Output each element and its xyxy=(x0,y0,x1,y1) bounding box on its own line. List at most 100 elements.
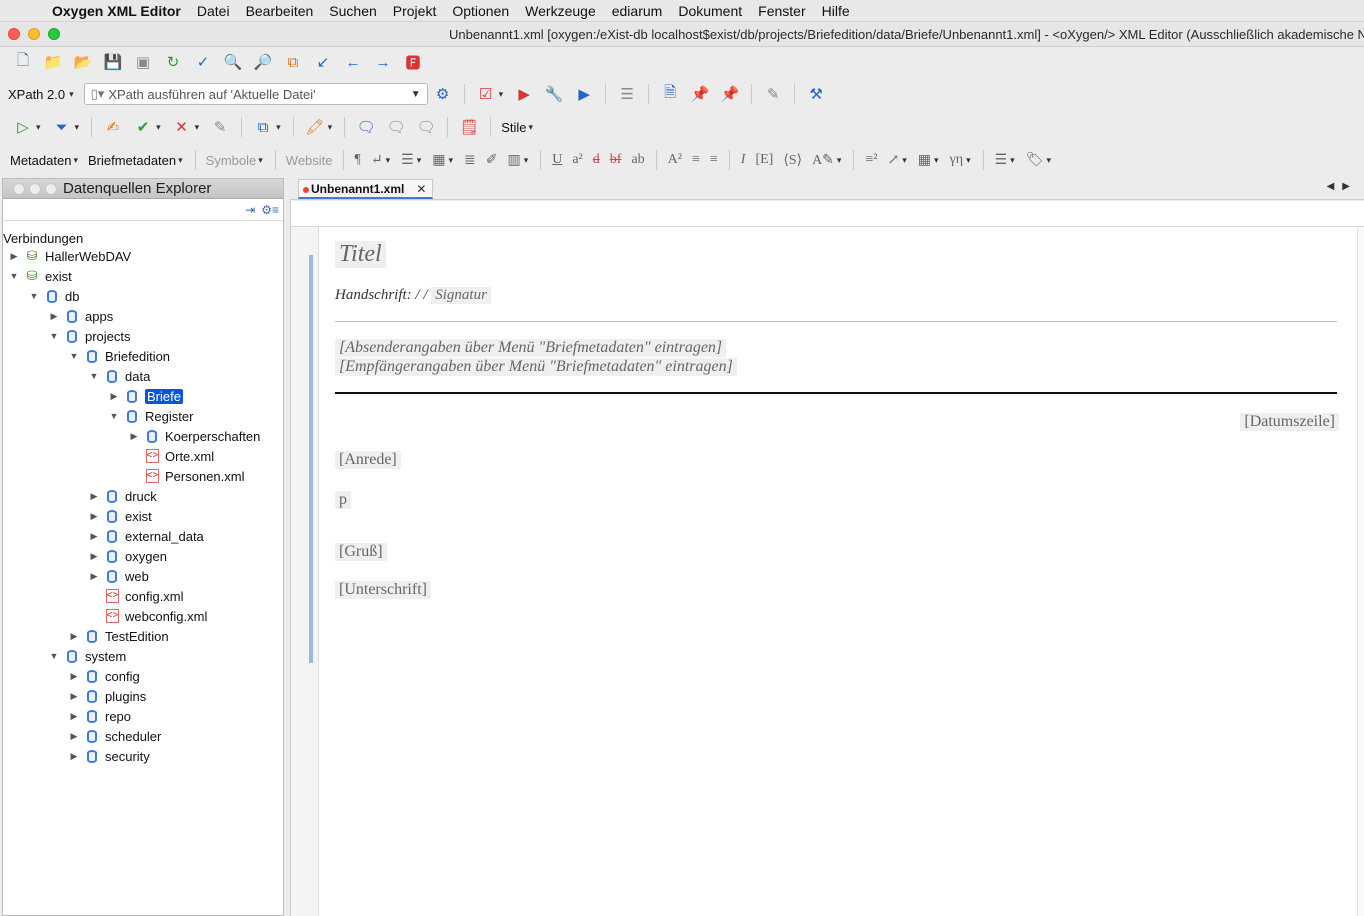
chevron-down-icon[interactable]: ▾ xyxy=(156,122,161,133)
list-icon[interactable]: ☰ xyxy=(401,152,414,169)
chevron-down-icon[interactable]: ▾ xyxy=(528,122,533,133)
tree-item-web[interactable]: ▶ web xyxy=(87,566,149,586)
menu-werkzeuge[interactable]: Werkzeuge xyxy=(517,3,604,19)
website-menu[interactable]: Website xyxy=(286,153,333,168)
table-icon[interactable]: ▦ xyxy=(432,152,445,169)
tree-item-apps[interactable]: ▶ apps xyxy=(47,306,114,326)
hand-icon[interactable]: ✐ xyxy=(486,152,498,169)
menu-fenster[interactable]: Fenster xyxy=(750,3,813,19)
tree-item-system[interactable]: ▼ system xyxy=(47,646,127,666)
document-navigate-icon[interactable]: 🗎 xyxy=(659,83,681,105)
pin-green-icon[interactable]: 📌 xyxy=(719,83,741,105)
tree-item-personen-xml[interactable]: <> Personen.xml xyxy=(127,466,244,486)
collapse-arrow-icon[interactable]: ▼ xyxy=(27,291,41,301)
signatur-field[interactable]: Signatur xyxy=(431,287,491,304)
collapse-arrow-icon[interactable]: ▼ xyxy=(47,651,61,661)
expand-arrow-icon[interactable]: ▶ xyxy=(87,571,101,582)
substitution-icon[interactable]: ab xyxy=(631,152,644,168)
zoom-window-button[interactable] xyxy=(48,28,60,40)
tag-icon[interactable]: 🏷 xyxy=(1026,152,1044,169)
chevron-down-icon[interactable]: ▾ xyxy=(328,122,333,133)
tree-item-koerperschaften[interactable]: ▶ Koerperschaften xyxy=(127,426,261,446)
edit-profile-icon[interactable]: ✎ xyxy=(762,83,784,105)
paragraph-icon[interactable]: ¶ xyxy=(355,152,361,168)
absender-field[interactable]: [Absenderangaben über Menü "Briefmetadat… xyxy=(335,339,727,357)
expand-arrow-icon[interactable]: ▶ xyxy=(47,311,61,322)
track-changes-icon[interactable]: ✍ xyxy=(102,116,124,138)
symbole-menu[interactable]: Symbole xyxy=(206,153,257,168)
menu-projekt[interactable]: Projekt xyxy=(385,3,445,19)
chevron-down-icon[interactable]: ▾ xyxy=(386,155,391,166)
reject-change-icon[interactable]: ✕ xyxy=(171,116,193,138)
configure-transformation-icon[interactable]: 🔧 xyxy=(543,83,565,105)
new-file-icon[interactable]: 🗋 xyxy=(12,51,34,73)
tree-item-projects[interactable]: ▼ projects xyxy=(47,326,131,346)
add-comment-icon[interactable]: 🗨 xyxy=(355,116,377,138)
menu-dokument[interactable]: Dokument xyxy=(670,3,750,19)
copy-icon[interactable]: ⧉ xyxy=(282,51,304,73)
highlight-icon[interactable]: 🖍 xyxy=(304,116,326,138)
expand-arrow-icon[interactable]: ▶ xyxy=(67,691,81,702)
tree-item-oxygen[interactable]: ▶ oxygen xyxy=(87,546,167,566)
chevron-down-icon[interactable]: ▾ xyxy=(837,155,842,166)
tree-item-testedition[interactable]: ▶ TestEdition xyxy=(67,626,169,646)
menu-ediarum[interactable]: ediarum xyxy=(604,3,671,19)
collapse-arrow-icon[interactable]: ▼ xyxy=(67,351,81,361)
tools-icon[interactable]: ⚒ xyxy=(805,83,827,105)
chevron-down-icon[interactable]: ▾ xyxy=(448,155,453,166)
tree-item-exist[interactable]: ▼ ⛁ exist xyxy=(7,266,72,286)
vertical-scrollbar[interactable] xyxy=(1357,227,1364,916)
menu-suchen[interactable]: Suchen xyxy=(321,3,384,19)
metadaten-menu[interactable]: Metadaten xyxy=(10,153,71,168)
panel-maximize-button[interactable] xyxy=(45,182,57,195)
apply-transformation-icon[interactable]: ▶ xyxy=(513,83,535,105)
columns-icon[interactable]: ▥ xyxy=(507,152,520,169)
chevron-down-icon[interactable]: ▾ xyxy=(1046,155,1051,166)
menu-hilfe[interactable]: Hilfe xyxy=(814,3,858,19)
save-icon[interactable]: 💾 xyxy=(102,51,124,73)
chevron-down-icon[interactable]: ▾ xyxy=(934,155,939,166)
tab-scroll-arrows-icon[interactable]: ◀▶ xyxy=(1327,181,1358,192)
validate-icon[interactable]: ☑ xyxy=(475,83,497,105)
greek-icon[interactable]: γη xyxy=(950,152,964,168)
open-folder-icon[interactable]: 📁 xyxy=(42,51,64,73)
xpath-settings-icon[interactable]: ⚙ xyxy=(432,83,454,105)
chevron-down-icon[interactable]: ▾ xyxy=(36,122,41,133)
chevron-down-icon[interactable]: ▾ xyxy=(276,122,281,133)
datumszeile-field[interactable]: [Datumszeile] xyxy=(1240,413,1339,431)
briefmetadaten-menu[interactable]: Briefmetadaten xyxy=(88,153,176,168)
author-editor[interactable]: Titel Handschrift: / / Signatur [Absende… xyxy=(290,201,1364,916)
explorer-settings-icon[interactable]: ⚙≡ xyxy=(261,203,279,217)
filter-icon[interactable]: ⏷ xyxy=(51,116,73,138)
paragraph-field[interactable]: p xyxy=(335,491,351,509)
addition-icon[interactable]: A² xyxy=(668,152,682,168)
manage-highlights-icon[interactable]: 🗒 xyxy=(458,116,480,138)
remove-comment-icon[interactable]: 🗨 xyxy=(415,116,437,138)
expand-arrow-icon[interactable]: ▶ xyxy=(67,731,81,742)
forward-icon[interactable]: → xyxy=(372,51,394,73)
chevron-down-icon[interactable]: ▾ xyxy=(73,155,78,166)
panel-minimize-button[interactable] xyxy=(29,182,41,195)
insert-text-icon[interactable]: ≣ xyxy=(464,152,476,169)
tree-item-register[interactable]: ▼ Register xyxy=(107,406,194,426)
unterschrift-field[interactable]: [Unterschrift] xyxy=(335,581,431,599)
tree-item-hallerwebdav[interactable]: ▶ ⛁ HallerWebDAV xyxy=(7,246,132,266)
tree-item-webconfig-xml[interactable]: <> webconfig.xml xyxy=(87,606,207,626)
tree-item-briefe[interactable]: ▶ Briefe xyxy=(107,386,183,406)
chevron-down-icon[interactable]: ▾ xyxy=(75,122,80,133)
chevron-down-icon[interactable]: ▾ xyxy=(524,155,529,166)
expand-arrow-icon[interactable]: ▶ xyxy=(67,631,81,642)
menu-optionen[interactable]: Optionen xyxy=(444,3,517,19)
tree-item-briefedition[interactable]: ▼ Briefedition xyxy=(67,346,171,366)
tree-item-exist[interactable]: ▶ exist xyxy=(87,506,152,526)
edit-comment-icon[interactable]: 🗨 xyxy=(385,116,407,138)
align-bottom-icon[interactable]: ≡ xyxy=(710,152,718,168)
doc-title[interactable]: Titel xyxy=(335,241,386,268)
italic-icon[interactable]: I xyxy=(741,152,746,168)
expand-arrow-icon[interactable]: ▶ xyxy=(107,391,121,402)
last-edit-icon[interactable]: ↙ xyxy=(312,51,334,73)
collapse-arrow-icon[interactable]: ▼ xyxy=(87,371,101,381)
pin-icon[interactable]: 📌 xyxy=(689,83,711,105)
fop-icon[interactable]: 🅵 xyxy=(402,51,424,73)
chevron-down-icon[interactable]: ▾ xyxy=(417,155,422,166)
